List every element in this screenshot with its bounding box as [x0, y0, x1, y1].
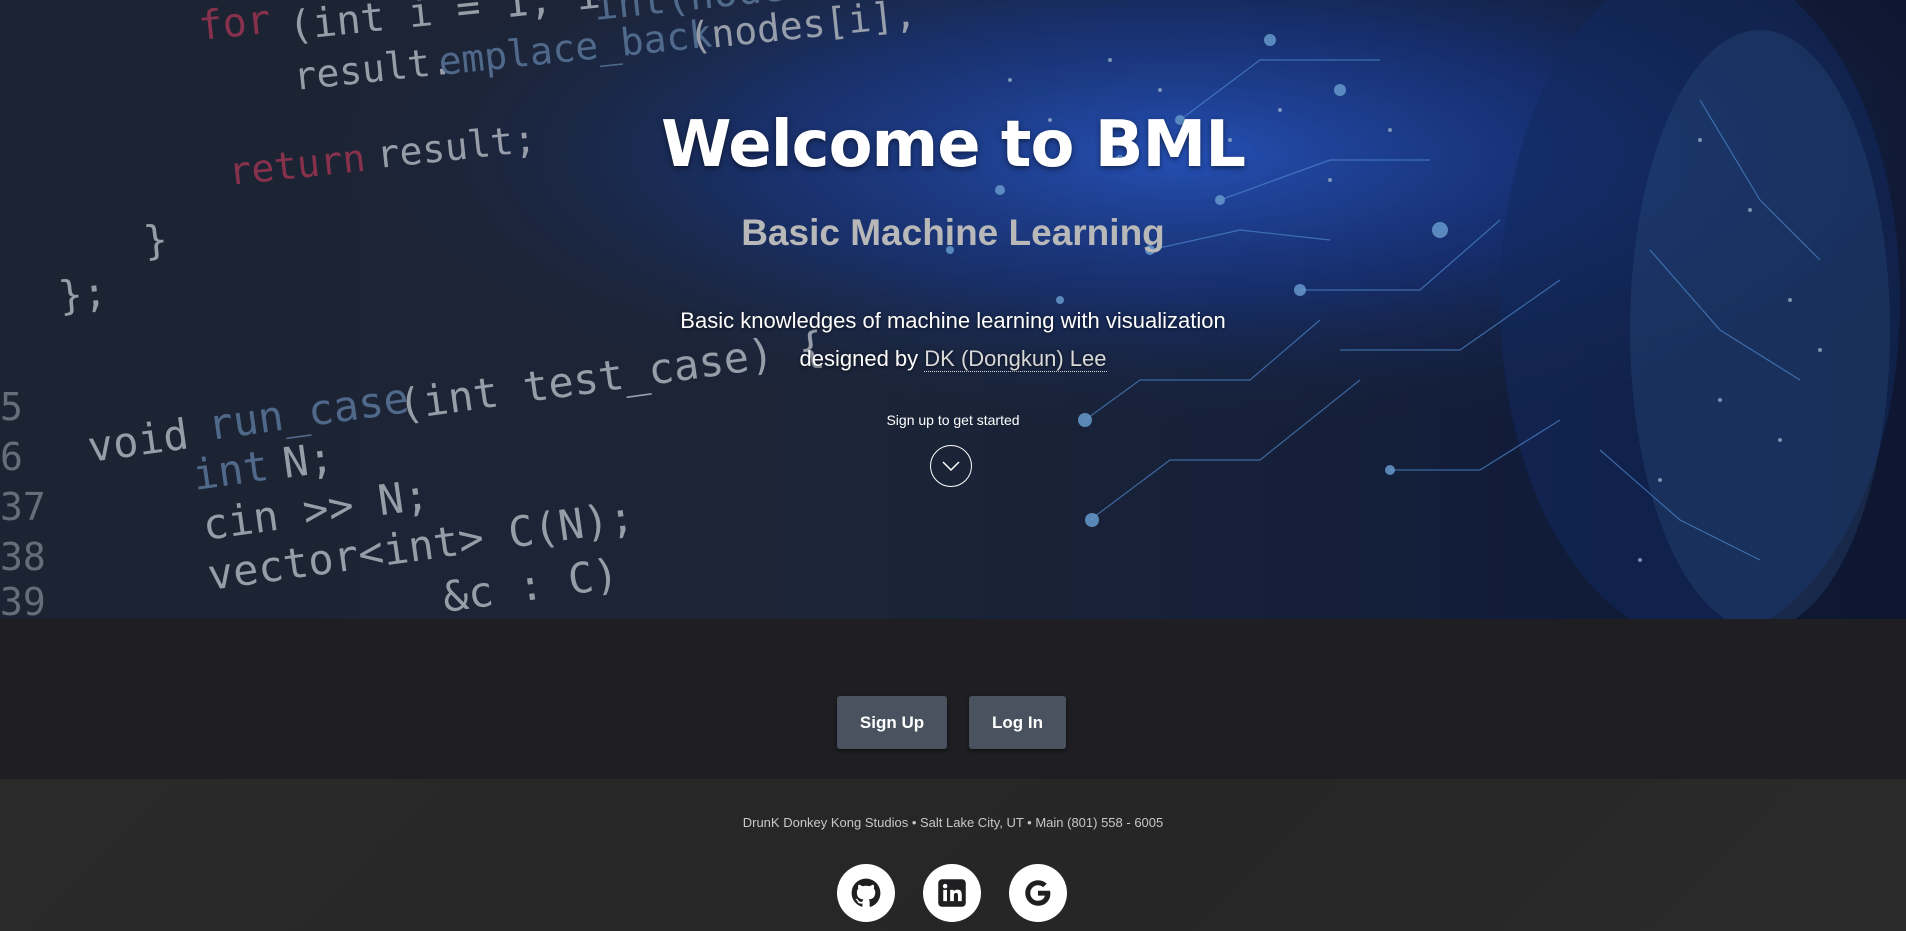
page-title: Welcome to BML: [660, 108, 1246, 182]
github-link[interactable]: [837, 864, 895, 922]
description-prefix: designed by: [799, 346, 919, 371]
log-in-button[interactable]: Log In: [969, 696, 1066, 749]
chevron-down-icon: [942, 461, 960, 472]
auth-section: [0, 619, 1906, 779]
scroll-down-button[interactable]: [930, 445, 972, 487]
linkedin-icon: [938, 879, 966, 907]
hero-content: Welcome to BML Basic Machine Learning Ba…: [0, 0, 1906, 619]
page-subtitle: Basic Machine Learning: [741, 212, 1165, 253]
google-icon: [1025, 880, 1051, 906]
google-link[interactable]: [1009, 864, 1067, 922]
footer-info: DrunK Donkey Kong Studios • Salt Lake Ci…: [742, 815, 1164, 830]
hero-description: Basic knowledges of machine learning wit…: [0, 302, 1906, 378]
sign-up-button[interactable]: Sign Up: [837, 696, 947, 749]
hero-section: for (int i = 1; i < int(nodes.siz result…: [0, 0, 1906, 619]
linkedin-link[interactable]: [923, 864, 981, 922]
description-line-1: Basic knowledges of machine learning wit…: [680, 308, 1226, 333]
author-link[interactable]: DK (Dongkun) Lee: [924, 346, 1107, 372]
cta-text: Sign up to get started: [886, 412, 1020, 428]
github-icon: [851, 878, 881, 907]
